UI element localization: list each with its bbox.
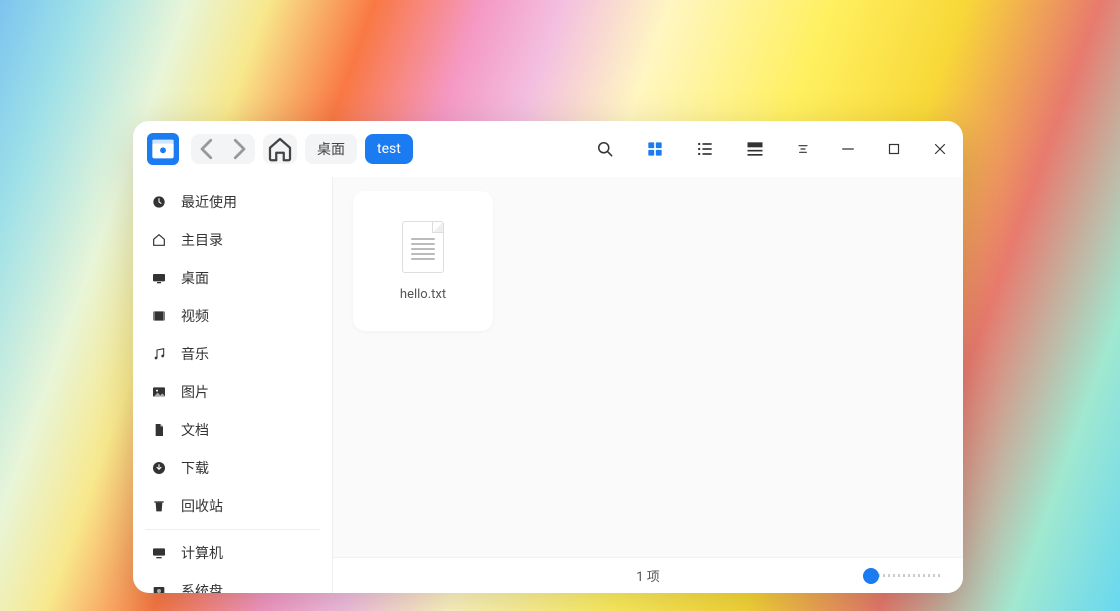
sidebar-item-label: 桌面 (181, 268, 209, 288)
sidebar-item-label: 音乐 (181, 344, 209, 364)
sidebar-item-videos[interactable]: 视频 (133, 297, 332, 335)
sidebar-item-trash[interactable]: 回收站 (133, 487, 332, 525)
toolbar-icons (595, 139, 811, 159)
app-icon (147, 133, 179, 165)
sidebar-item-label: 图片 (181, 382, 209, 402)
search-icon[interactable] (595, 139, 615, 159)
sidebar-item-documents[interactable]: 文档 (133, 411, 332, 449)
grid-view-icon[interactable] (645, 139, 665, 159)
sidebar-item-label: 主目录 (181, 230, 223, 250)
window-controls (839, 140, 949, 158)
file-name: hello.txt (400, 287, 446, 302)
breadcrumb-current[interactable]: test (365, 134, 413, 164)
music-icon (151, 346, 167, 362)
detail-view-icon[interactable] (745, 139, 765, 159)
sidebar: 最近使用 主目录 桌面 视频 音乐 图片 (133, 177, 333, 593)
forward-button[interactable] (223, 134, 255, 164)
maximize-button[interactable] (885, 140, 903, 158)
sidebar-item-downloads[interactable]: 下载 (133, 449, 332, 487)
sidebar-item-home[interactable]: 主目录 (133, 221, 332, 259)
doc-icon (151, 422, 167, 438)
sidebar-item-systemdisk[interactable]: 系统盘 (133, 572, 332, 593)
list-view-icon[interactable] (695, 139, 715, 159)
breadcrumb-parent[interactable]: 桌面 (305, 134, 357, 164)
computer-icon (151, 545, 167, 561)
image-icon (151, 384, 167, 400)
home-icon (151, 232, 167, 248)
file-item[interactable]: hello.txt (353, 191, 493, 331)
titlebar: 桌面 test (133, 121, 963, 177)
download-icon (151, 460, 167, 476)
body: 最近使用 主目录 桌面 视频 音乐 图片 (133, 177, 963, 593)
back-button[interactable] (191, 134, 223, 164)
minimize-button[interactable] (839, 140, 857, 158)
desktop-icon (151, 270, 167, 286)
text-file-icon (402, 221, 444, 273)
clock-icon (151, 194, 167, 210)
sidebar-item-label: 系统盘 (181, 581, 223, 593)
sidebar-item-label: 文档 (181, 420, 209, 440)
statusbar: 1 项 (333, 557, 963, 593)
sidebar-item-label: 回收站 (181, 496, 223, 516)
menu-icon[interactable] (795, 139, 811, 159)
sidebar-item-recent[interactable]: 最近使用 (133, 183, 332, 221)
home-button[interactable] (263, 134, 297, 164)
disk-icon (151, 583, 167, 593)
content-area: hello.txt 1 项 (333, 177, 963, 593)
sidebar-item-label: 视频 (181, 306, 209, 326)
sidebar-item-label: 最近使用 (181, 192, 237, 212)
zoom-slider[interactable] (863, 573, 943, 579)
video-icon (151, 308, 167, 324)
sidebar-item-label: 计算机 (181, 543, 223, 563)
item-count: 1 项 (636, 566, 660, 585)
sidebar-item-pictures[interactable]: 图片 (133, 373, 332, 411)
trash-icon (151, 498, 167, 514)
sidebar-item-label: 下载 (181, 458, 209, 478)
file-grid[interactable]: hello.txt (333, 177, 963, 557)
file-manager-window: 桌面 test (133, 121, 963, 593)
nav-buttons (191, 134, 255, 164)
close-button[interactable] (931, 140, 949, 158)
sidebar-item-music[interactable]: 音乐 (133, 335, 332, 373)
sidebar-divider (145, 529, 320, 530)
sidebar-item-desktop[interactable]: 桌面 (133, 259, 332, 297)
sidebar-item-computer[interactable]: 计算机 (133, 534, 332, 572)
